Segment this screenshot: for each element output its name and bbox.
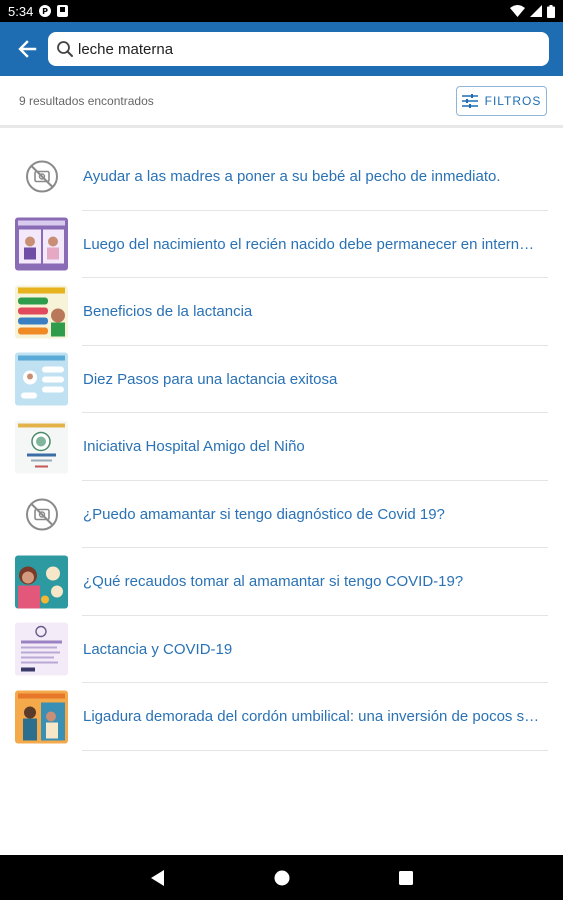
p-icon: P xyxy=(39,5,52,17)
status-left: 5:34 P xyxy=(8,3,69,19)
list-item[interactable]: Luego del nacimiento el recién nacido de… xyxy=(0,211,563,279)
back-triangle-icon xyxy=(150,869,164,886)
system-nav-bar xyxy=(0,855,563,900)
wifi-icon xyxy=(510,5,525,17)
infographic-lilac-thumbnail xyxy=(15,622,68,676)
arrow-left-icon xyxy=(18,40,37,58)
list-item[interactable]: Ligadura demorada del cordón umbilical: … xyxy=(0,683,563,751)
results-count: 9 resultados encontrados xyxy=(19,93,154,108)
nav-recents-button[interactable] xyxy=(394,866,418,890)
nav-back-button[interactable] xyxy=(146,866,170,890)
notification-icon xyxy=(57,5,69,17)
list-item[interactable]: Lactancia y COVID-19 xyxy=(0,616,563,684)
list-item-label: Diez Pasos para una lactancia exitosa xyxy=(83,370,338,388)
battery-icon xyxy=(547,4,555,18)
results-header: 9 resultados encontrados FILTROS xyxy=(0,76,563,128)
status-bar: 5:34 P xyxy=(0,0,563,22)
list-item[interactable]: ¿Qué recaudos tomar al amamantar si teng… xyxy=(0,548,563,616)
search-box[interactable] xyxy=(48,32,549,66)
list-item[interactable]: Diez Pasos para una lactancia exitosa xyxy=(0,346,563,414)
list-item-label: ¿Puedo amamantar si tengo diagnóstico de… xyxy=(83,505,445,523)
infographic-logo-thumbnail xyxy=(15,420,68,474)
list-item[interactable]: Iniciativa Hospital Amigo del Niño xyxy=(0,413,563,481)
result-list: Ayudar a las madres a poner a su bebé al… xyxy=(0,143,563,751)
search-input[interactable] xyxy=(78,40,541,58)
signal-icon xyxy=(530,5,542,17)
recents-square-icon xyxy=(398,870,413,885)
back-button[interactable] xyxy=(14,36,40,62)
sliders-icon xyxy=(461,93,478,108)
status-right xyxy=(510,4,555,18)
nav-home-button[interactable] xyxy=(270,866,294,890)
infographic-orange-thumbnail xyxy=(15,690,68,744)
list-item-label: Ayudar a las madres a poner a su bebé al… xyxy=(83,168,501,186)
app-bar xyxy=(0,22,563,76)
infographic-teal-thumbnail xyxy=(15,555,68,609)
list-item[interactable]: ¿Puedo amamantar si tengo diagnóstico de… xyxy=(0,481,563,549)
list-item[interactable]: Ayudar a las madres a poner a su bebé al… xyxy=(0,143,563,211)
status-time: 5:34 xyxy=(8,3,34,19)
no-image-icon xyxy=(15,150,68,203)
list-item-label: Ligadura demorada del cordón umbilical: … xyxy=(83,708,541,726)
list-item-label: Lactancia y COVID-19 xyxy=(83,640,233,658)
svg-text:P: P xyxy=(42,7,48,16)
infographic-green-thumbnail xyxy=(15,285,68,339)
infographic-lightblue-thumbnail xyxy=(15,352,68,406)
no-image-icon xyxy=(15,488,68,541)
list-item-label: Luego del nacimiento el recién nacido de… xyxy=(83,235,541,253)
filters-label: FILTROS xyxy=(484,93,542,108)
list-item-label: Beneficios de la lactancia xyxy=(83,303,253,321)
list-item[interactable]: Beneficios de la lactancia xyxy=(0,278,563,346)
list-item-label: Iniciativa Hospital Amigo del Niño xyxy=(83,438,305,456)
home-circle-icon xyxy=(274,870,289,885)
search-icon xyxy=(56,40,74,58)
list-item-label: ¿Qué recaudos tomar al amamantar si teng… xyxy=(83,573,464,591)
infographic-purple-thumbnail xyxy=(15,217,68,271)
filters-button[interactable]: FILTROS xyxy=(456,85,547,116)
